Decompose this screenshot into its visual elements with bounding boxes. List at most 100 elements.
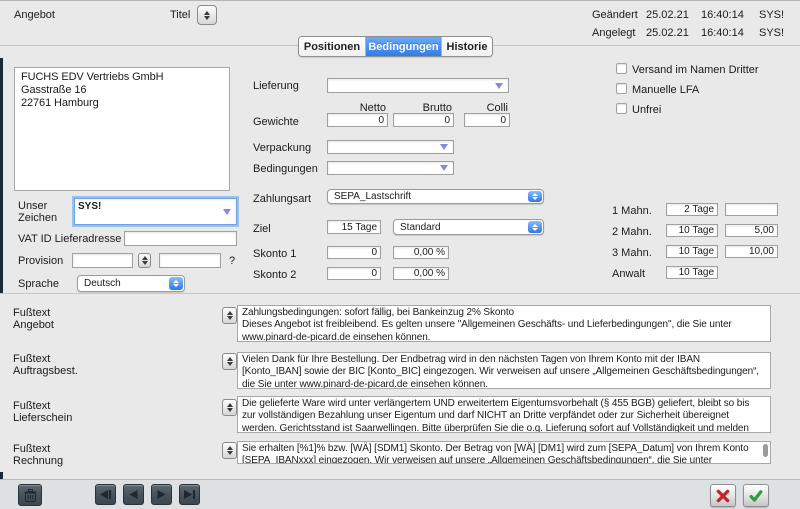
- address-textarea[interactable]: FUCHS EDV Vertriebs GmbH Gasstraße 16 22…: [14, 67, 230, 191]
- cancel-button[interactable]: [710, 484, 736, 507]
- titel-stepper[interactable]: [197, 5, 217, 25]
- mahn2-tage-input[interactable]: 10 Tage: [666, 224, 718, 237]
- next-record-icon: [156, 490, 167, 499]
- zahlungsart-popup[interactable]: SEPA_Lastschrift: [327, 189, 544, 204]
- fusstext-angebot-stepper[interactable]: [222, 307, 237, 324]
- gewichte-label: Gewichte: [253, 116, 299, 128]
- previous-record-button[interactable]: [123, 484, 144, 505]
- fusstext-angebot-label: Fußtext Angebot: [13, 307, 83, 331]
- titel-label: Titel: [170, 9, 190, 21]
- stepper-up-icon: [227, 446, 233, 450]
- mahn3-label: 3 Mahn.: [612, 247, 652, 259]
- checkbox-versand-dritter[interactable]: [616, 63, 627, 74]
- fusstext-auftragsbest-stepper[interactable]: [222, 353, 237, 370]
- skonto1-label: Skonto 1: [253, 248, 296, 260]
- zahlungsart-label: Zahlungsart: [253, 193, 311, 205]
- chevron-down-icon: [440, 144, 448, 150]
- checkbox-manuelle-lfa[interactable]: [616, 83, 627, 94]
- chevron-down-icon: [440, 165, 448, 171]
- stepper-down-icon: [204, 16, 210, 20]
- ziel-tage-input[interactable]: 15 Tage: [327, 220, 381, 234]
- skonto1-prozent-input[interactable]: 0,00 %: [393, 246, 449, 259]
- section-divider: [0, 293, 800, 294]
- checkbox-manuelle-lfa-label: Manuelle LFA: [632, 84, 699, 96]
- bedingungen-combobox[interactable]: [327, 161, 454, 175]
- mahn3-gebuehr-input[interactable]: 10,00: [725, 245, 778, 258]
- vat-id-label: VAT ID Lieferadresse: [18, 233, 121, 245]
- provision-hint: ?: [229, 255, 235, 267]
- angelegt-user: SYS!: [759, 27, 784, 39]
- delete-record-button[interactable]: [18, 484, 42, 506]
- geaendert-date: 25.02.21: [646, 9, 689, 21]
- fusstext-angebot-textarea[interactable]: Zahlungsbedingungen: sofort fällig, bei …: [237, 305, 771, 342]
- lieferung-combobox[interactable]: [327, 78, 509, 93]
- sprache-popup[interactable]: Deutsch: [77, 275, 185, 292]
- stepper-down-icon: [227, 362, 233, 366]
- chevron-down-icon: [495, 83, 503, 89]
- sprache-value: Deutsch: [84, 278, 121, 289]
- provision-stepper[interactable]: [138, 253, 151, 268]
- ziel-modus-popup[interactable]: Standard: [393, 219, 544, 235]
- last-record-button[interactable]: [179, 484, 200, 505]
- stepper-up-icon: [142, 256, 148, 260]
- scrollbar-thumb[interactable]: [763, 444, 768, 457]
- confirm-button[interactable]: [743, 484, 769, 507]
- mahn2-label: 2 Mahn.: [612, 226, 652, 238]
- skonto2-tage-input[interactable]: 0: [327, 267, 381, 280]
- checkbox-unfrei[interactable]: [616, 103, 627, 114]
- verpackung-combobox[interactable]: [327, 140, 454, 154]
- tab-bar: Positionen Bedingungen Historie: [298, 36, 493, 57]
- angelegt-label: Angelegt: [592, 27, 635, 39]
- fusstext-lieferschein-stepper[interactable]: [222, 399, 237, 416]
- next-record-button[interactable]: [151, 484, 172, 505]
- fusstext-lieferschein-textarea[interactable]: Die gelieferte Ware wird unter verlänger…: [237, 396, 771, 433]
- gewicht-brutto-input[interactable]: 0: [393, 113, 454, 127]
- checkbox-versand-dritter-label: Versand im Namen Dritter: [632, 64, 759, 76]
- mahn1-gebuehr-input[interactable]: [725, 203, 778, 216]
- toolbar: [0, 480, 800, 509]
- tab-positionen[interactable]: Positionen: [299, 37, 366, 56]
- zahlungsart-value: SEPA_Lastschrift: [334, 191, 411, 202]
- bedingungen-label: Bedingungen: [253, 163, 318, 175]
- unser-zeichen-combobox[interactable]: SYS!: [74, 198, 237, 225]
- stepper-down-icon: [142, 261, 148, 265]
- doc-type-label: Angebot: [14, 9, 55, 21]
- provision-label: Provision: [18, 255, 63, 267]
- fusstext-rechnung-label: Fußtext Rechnung: [13, 443, 83, 467]
- gewicht-colli-input[interactable]: 0: [464, 113, 510, 127]
- first-record-button[interactable]: [95, 484, 116, 505]
- chevron-down-icon: [223, 209, 231, 215]
- stepper-up-icon: [204, 11, 210, 15]
- tab-historie[interactable]: Historie: [442, 37, 492, 56]
- mahn1-tage-input[interactable]: 2 Tage: [666, 203, 718, 216]
- fusstext-auftragsbest-textarea[interactable]: Vielen Dank für Ihre Bestellung. Der End…: [237, 352, 771, 389]
- angelegt-date: 25.02.21: [646, 27, 689, 39]
- bedingungen-window: Angebot Titel Geändert 25.02.21 16:40:14…: [0, 0, 800, 509]
- lieferung-label: Lieferung: [253, 80, 299, 92]
- geaendert-time: 16:40:14: [701, 9, 744, 21]
- vat-id-input[interactable]: [124, 231, 237, 246]
- skonto1-tage-input[interactable]: 0: [327, 246, 381, 259]
- popup-stepper-icon: [528, 221, 542, 233]
- geaendert-user: SYS!: [759, 9, 784, 21]
- checkbox-unfrei-label: Unfrei: [632, 104, 661, 116]
- fusstext-rechnung-stepper[interactable]: [222, 442, 237, 459]
- gewicht-netto-input[interactable]: 0: [327, 113, 388, 127]
- mahn2-gebuehr-input[interactable]: 5,00: [725, 224, 778, 237]
- first-record-icon: [100, 490, 111, 499]
- anwalt-tage-input[interactable]: 10 Tage: [666, 266, 718, 279]
- fusstext-lieferschein-label: Fußtext Lieferschein: [13, 400, 83, 424]
- popup-stepper-icon: [528, 191, 542, 202]
- skonto2-prozent-input[interactable]: 0,00 %: [393, 267, 449, 280]
- ziel-label: Ziel: [253, 223, 271, 235]
- mahn3-tage-input[interactable]: 10 Tage: [666, 245, 718, 258]
- provision-input-1[interactable]: [72, 253, 133, 268]
- angelegt-time: 16:40:14: [701, 27, 744, 39]
- confirm-check-icon: [749, 489, 763, 503]
- fusstext-auftragsbest-label: Fußtext Auftragsbest.: [13, 353, 83, 377]
- background-window-edge: [0, 58, 3, 293]
- fusstext-rechnung-textarea[interactable]: Sie erhalten [%1]% bzw. [WÄ] [SDM1] Skon…: [237, 441, 771, 464]
- tab-bedingungen[interactable]: Bedingungen: [366, 37, 442, 56]
- stepper-down-icon: [227, 408, 233, 412]
- provision-input-2[interactable]: [159, 253, 221, 268]
